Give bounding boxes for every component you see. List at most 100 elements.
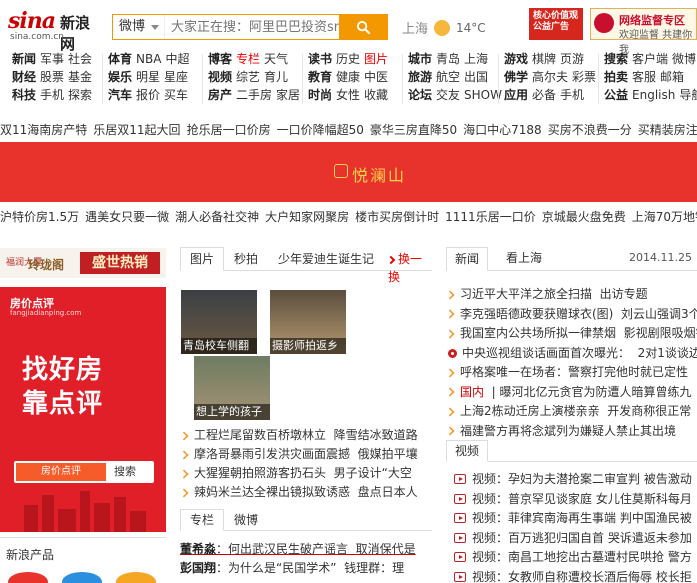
list-item[interactable]: 摩洛哥暴雨引发洪灾画面震撼 俄媒拍平壤: [180, 445, 432, 464]
left-ad-fangjiadianping[interactable]: 房价点评 fangjiadianping.com 找好房 靠点评 房价点评 搜索: [0, 287, 166, 532]
nav-link[interactable]: 二手房: [236, 88, 272, 102]
nav-link[interactable]: 出国: [464, 70, 488, 84]
text-ad-link[interactable]: 楼市买房倒计时: [355, 210, 439, 224]
video-item[interactable]: 视频：孕妇为夫潜抢案二审宣判 被告激动: [446, 470, 697, 490]
tab-columns[interactable]: 专栏: [180, 509, 225, 531]
nav-link[interactable]: 育儿: [264, 70, 288, 84]
video-item[interactable]: 视频：普京罕见谈家庭 女儿住莫斯科每月: [446, 490, 697, 510]
text-ad-link[interactable]: 遇美女只要一微: [85, 210, 169, 224]
text-ad-link[interactable]: 沪特价房1.5万: [0, 210, 79, 224]
news-item[interactable]: 上海2栋动迁房上演楼亲亲 开发商称很正常: [446, 402, 697, 422]
nav-link[interactable]: 搜索: [604, 52, 628, 66]
nav-link[interactable]: 星座: [164, 70, 188, 84]
finance-app-icon[interactable]: [116, 572, 156, 583]
nav-link[interactable]: 中医: [364, 70, 388, 84]
news-item[interactable]: 李克强晤德政要获赠球衣(图) 刘云山强调3个: [446, 305, 697, 325]
nav-link[interactable]: 财经: [12, 70, 36, 84]
tab-video[interactable]: 视频: [446, 440, 489, 462]
nav-link[interactable]: 健康: [336, 70, 360, 84]
refresh-button[interactable]: 换一换: [386, 250, 432, 286]
text-ad-link[interactable]: 上海70万地铁房: [632, 210, 697, 224]
nav-link[interactable]: 页游: [560, 52, 584, 66]
nav-link[interactable]: 公益: [604, 88, 628, 102]
tab-shanghai[interactable]: 看上海: [498, 247, 550, 271]
nav-link[interactable]: 报价: [136, 88, 160, 102]
search-button[interactable]: [339, 15, 387, 39]
video-item[interactable]: 视频：百万逃犯归国自首 哭诉遣返未参加: [446, 529, 697, 549]
left-ad2-search-bar[interactable]: 房价点评 搜索: [14, 461, 154, 483]
video-item[interactable]: 视频：南昌工地挖出古墓遭村民哄抢 警方: [446, 548, 697, 568]
nav-link[interactable]: SHOW: [464, 88, 502, 102]
nav-link[interactable]: 体育: [108, 52, 132, 66]
list-item[interactable]: 工程烂尾留数百桥墩林立 降雪结冰致道路: [180, 426, 432, 445]
news-item[interactable]: 中央巡视组谈话画面首次曝光： 2对1谈谈边: [446, 344, 697, 364]
search-channel-select[interactable]: 微博: [113, 15, 165, 39]
weather-widget[interactable]: 上海 14°C: [402, 18, 486, 37]
nav-link[interactable]: 手机: [40, 88, 64, 102]
nav-link[interactable]: 上海: [464, 52, 488, 66]
nav-link[interactable]: 论坛: [408, 88, 432, 102]
text-ad-link[interactable]: 1111乐居一口价: [445, 210, 536, 224]
news-item[interactable]: 呼格案唯一在场者：警察打完他时就已定性: [446, 363, 697, 383]
list-item[interactable]: 大猩猩朝拍照游客扔石头 男子设计“大空: [180, 464, 432, 483]
nav-link[interactable]: 股票: [40, 70, 64, 84]
nav-link[interactable]: 手机: [560, 88, 584, 102]
nav-link[interactable]: 娱乐: [108, 70, 132, 84]
video-item[interactable]: 视频：女教师自称遭校长酒后侮辱 校长拒: [446, 568, 697, 583]
text-ad-link[interactable]: 大户知家网聚房: [265, 210, 349, 224]
nav-link[interactable]: 客户端: [632, 52, 668, 66]
weibo-app-icon[interactable]: [8, 572, 48, 583]
nav-link[interactable]: 交友: [436, 88, 460, 102]
nav-link[interactable]: 历史: [336, 52, 360, 66]
nav-link[interactable]: 科技: [12, 88, 36, 102]
nav-link[interactable]: 博客: [208, 52, 232, 66]
nav-link[interactable]: 时尚: [308, 88, 332, 102]
nav-link[interactable]: 拍卖: [604, 70, 628, 84]
tab-photos[interactable]: 图片: [180, 247, 225, 271]
nav-link[interactable]: 导航: [679, 88, 697, 102]
text-ad-link[interactable]: 海口中心7188: [463, 123, 542, 137]
tab-miaopai[interactable]: 秒拍: [224, 247, 268, 271]
search-input[interactable]: [165, 15, 339, 39]
nav-link[interactable]: 城市: [408, 52, 432, 66]
nav-link[interactable]: NBA: [136, 52, 161, 66]
news-item[interactable]: 国内 | 曝河北亿元贪官为防遭人暗算曾练九: [446, 383, 697, 403]
nav-link[interactable]: 家居: [276, 88, 300, 102]
nav-link[interactable]: 明星: [136, 70, 160, 84]
nav-link[interactable]: 教育: [308, 70, 332, 84]
nav-link[interactable]: 军事: [40, 52, 64, 66]
text-ad-link[interactable]: 潮人必备社交神: [175, 210, 259, 224]
text-ad-link[interactable]: 京城最火盘免费: [542, 210, 626, 224]
left-ad-linglongge[interactable]: 福润大厦 玲珑阁 盛世热销: [0, 248, 166, 278]
banner-ad[interactable]: 悦澜山: [0, 142, 697, 202]
text-ad-link[interactable]: 双11海南房产特: [0, 123, 87, 137]
left-ad2-bar-button[interactable]: 搜索: [114, 463, 136, 481]
tab-edison[interactable]: 少年爱迪生诞生记: [268, 247, 384, 271]
nav-link[interactable]: 必备: [532, 88, 556, 102]
nav-link[interactable]: 买车: [164, 88, 188, 102]
nav-link[interactable]: 房产: [208, 88, 232, 102]
news-app-icon[interactable]: [62, 572, 102, 583]
sina-logo[interactable]: sina 新浪网 sina.com.cn: [8, 8, 100, 53]
nav-link[interactable]: 专栏: [236, 52, 260, 66]
nav-link[interactable]: 航空: [436, 70, 460, 84]
header-ad-values[interactable]: 核心价值观 公益广告: [529, 8, 583, 40]
photo-thumb-2[interactable]: 摄影师拍返乡: [270, 290, 346, 354]
nav-link[interactable]: 高尔夫: [532, 70, 568, 84]
nav-link[interactable]: 天气: [264, 52, 288, 66]
news-item[interactable]: 我国室内公共场所拟一律禁烟 影视剧限吸烟镜: [446, 324, 697, 344]
nav-link[interactable]: 社会: [68, 52, 92, 66]
nav-link[interactable]: 女性: [336, 88, 360, 102]
nav-link[interactable]: 基金: [68, 70, 92, 84]
nav-link[interactable]: 佛学: [504, 70, 528, 84]
nav-link[interactable]: 邮箱: [660, 70, 684, 84]
nav-link[interactable]: 棋牌: [532, 52, 556, 66]
text-ad-link[interactable]: 豪华三房直降50: [370, 123, 457, 137]
nav-link[interactable]: 彩票: [572, 70, 596, 84]
nav-link[interactable]: 中超: [165, 52, 189, 66]
tab-weibo[interactable]: 微博: [224, 509, 268, 531]
text-ad-link[interactable]: 买精装房注意事: [638, 123, 697, 137]
nav-link[interactable]: 应用: [504, 88, 528, 102]
tab-news[interactable]: 新闻: [446, 247, 489, 271]
news-item[interactable]: 福建警方再将念斌列为嫌疑人禁止其出境: [446, 422, 697, 442]
